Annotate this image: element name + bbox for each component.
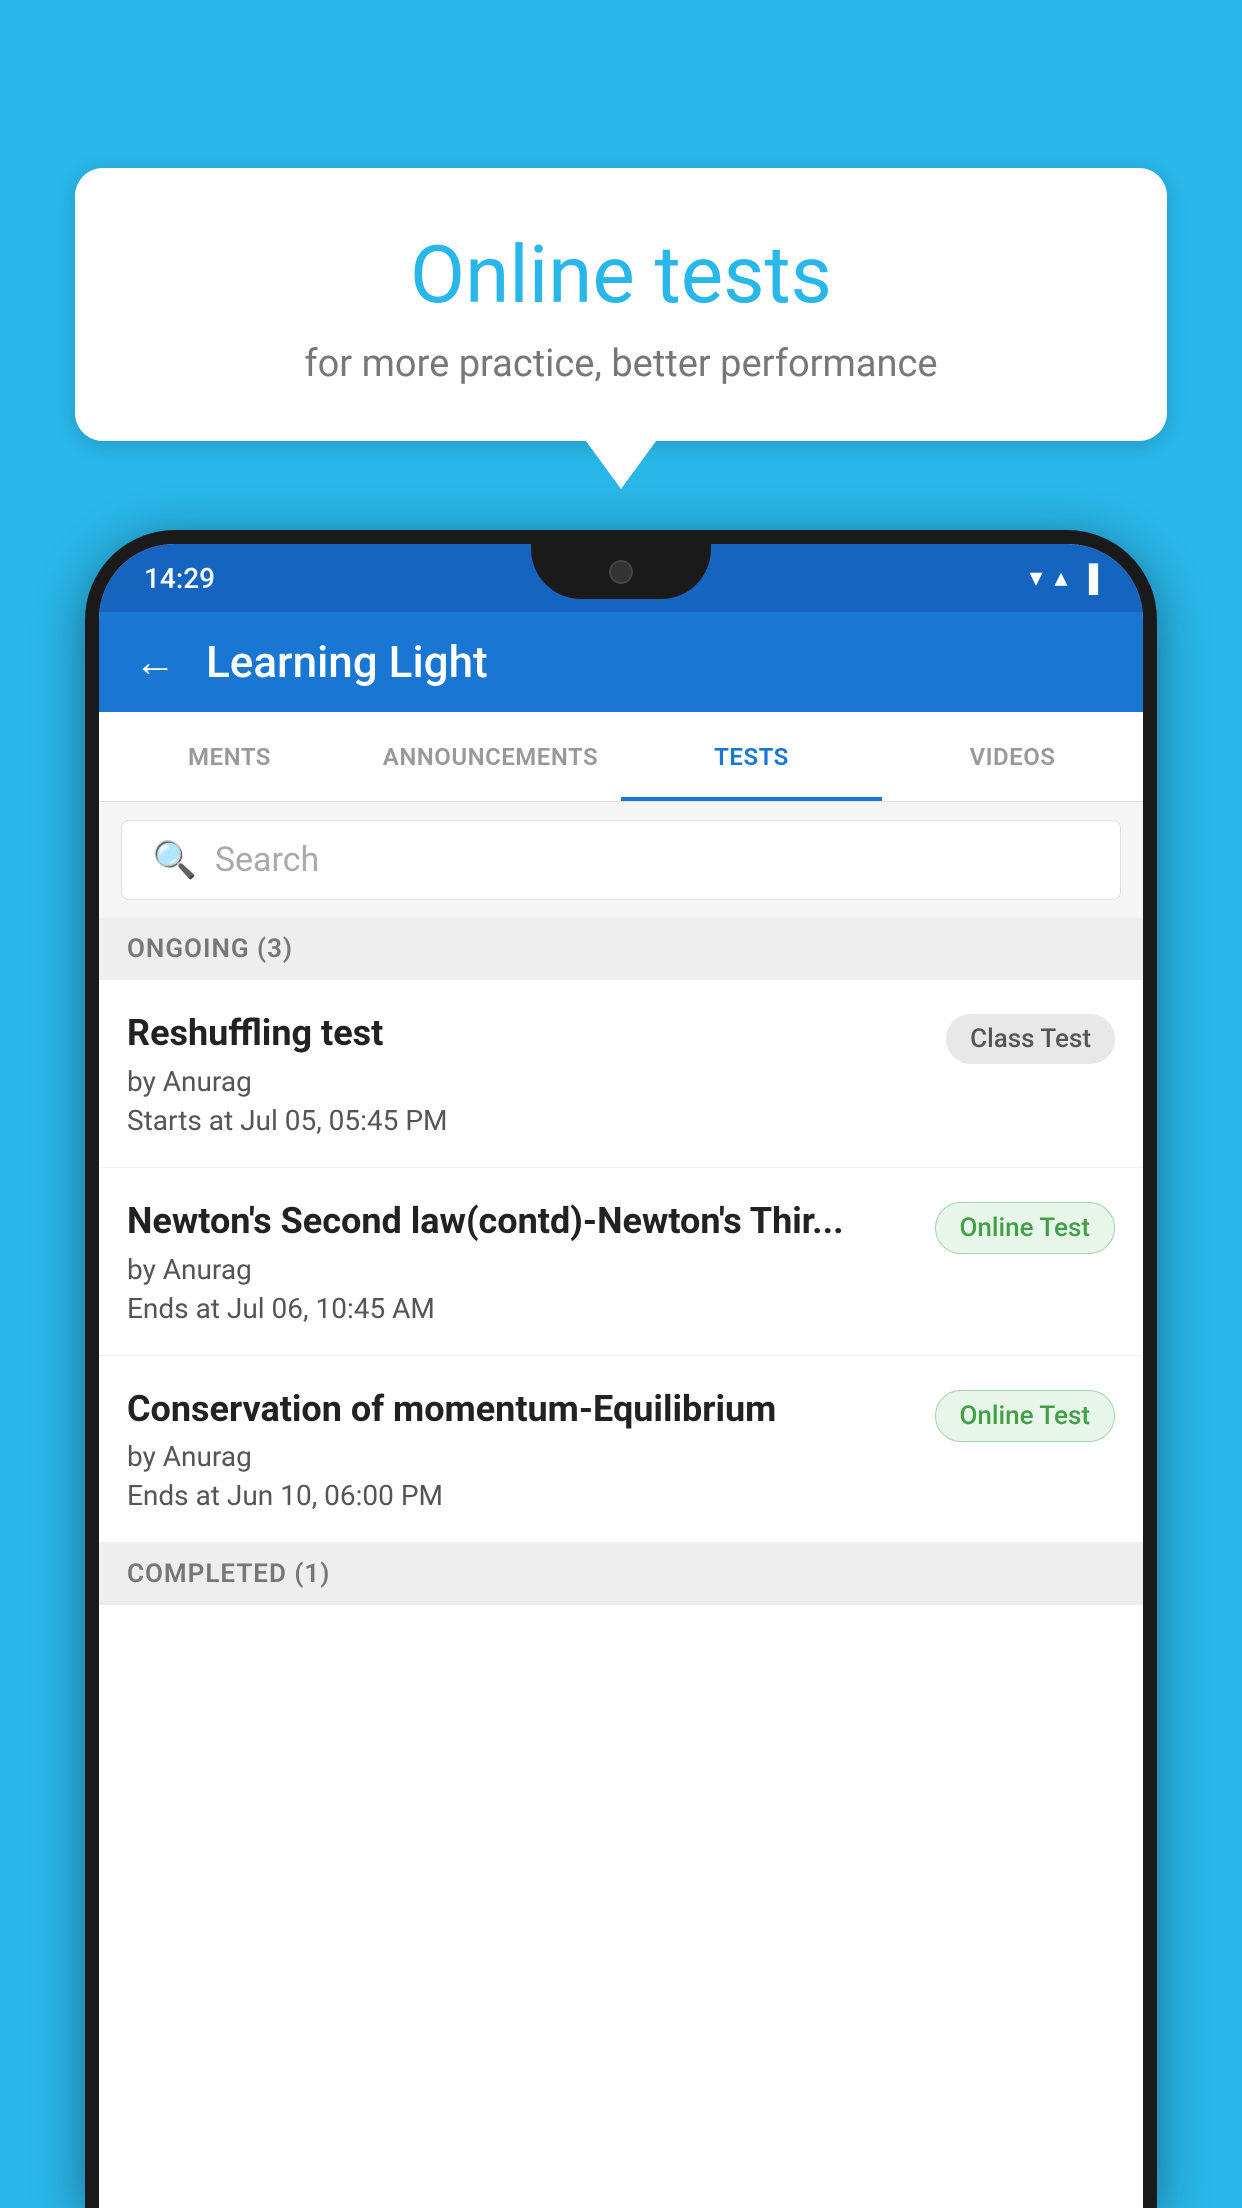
status-time: 14:29 — [144, 562, 215, 595]
wifi-icon: ▾ — [1029, 563, 1042, 593]
bubble-subtitle: for more practice, better performance — [125, 342, 1117, 386]
status-bar: 14:29 ▾ ▴ ▐ — [99, 544, 1143, 612]
app-title: Learning Light — [206, 636, 488, 688]
test-time: Ends at Jun 10, 06:00 PM — [127, 1479, 915, 1512]
test-item[interactable]: Conservation of momentum-Equilibrium by … — [99, 1356, 1143, 1544]
screen-content: 14:29 ▾ ▴ ▐ ← Learning Light MENTS ANNOU… — [99, 544, 1143, 2208]
badge-online-test: Online Test — [935, 1390, 1116, 1442]
search-container: 🔍 Search — [99, 802, 1143, 918]
battery-icon: ▐ — [1080, 563, 1098, 594]
badge-class-test: Class Test — [946, 1014, 1115, 1064]
ongoing-section-header: ONGOING (3) — [99, 918, 1143, 980]
notch — [531, 544, 711, 599]
test-info: Conservation of momentum-Equilibrium by … — [127, 1386, 915, 1513]
signal-icon: ▴ — [1055, 563, 1068, 593]
search-placeholder: Search — [215, 840, 319, 880]
test-info: Reshuffling test by Anurag Starts at Jul… — [127, 1010, 926, 1137]
back-button[interactable]: ← — [134, 638, 176, 687]
test-name: Conservation of momentum-Equilibrium — [127, 1386, 915, 1433]
phone-screen: 14:29 ▾ ▴ ▐ ← Learning Light MENTS ANNOU… — [99, 544, 1143, 2208]
camera-icon — [609, 560, 633, 584]
completed-section-header: COMPLETED (1) — [99, 1543, 1143, 1605]
search-bar[interactable]: 🔍 Search — [121, 820, 1121, 900]
test-item[interactable]: Reshuffling test by Anurag Starts at Jul… — [99, 980, 1143, 1168]
test-name: Reshuffling test — [127, 1010, 926, 1057]
badge-online-test: Online Test — [935, 1202, 1116, 1254]
speech-bubble: Online tests for more practice, better p… — [75, 168, 1167, 441]
status-icons: ▾ ▴ ▐ — [1029, 563, 1098, 594]
test-info: Newton's Second law(contd)-Newton's Thir… — [127, 1198, 915, 1325]
tab-tests[interactable]: TESTS — [621, 712, 882, 801]
test-item[interactable]: Newton's Second law(contd)-Newton's Thir… — [99, 1168, 1143, 1356]
test-name: Newton's Second law(contd)-Newton's Thir… — [127, 1198, 915, 1245]
app-bar: ← Learning Light — [99, 612, 1143, 712]
tab-announcements[interactable]: ANNOUNCEMENTS — [360, 712, 621, 801]
tab-ments[interactable]: MENTS — [99, 712, 360, 801]
test-time: Ends at Jul 06, 10:45 AM — [127, 1292, 915, 1325]
test-author: by Anurag — [127, 1440, 915, 1473]
tab-videos[interactable]: VIDEOS — [882, 712, 1143, 801]
tabs-container: MENTS ANNOUNCEMENTS TESTS VIDEOS — [99, 712, 1143, 802]
test-time: Starts at Jul 05, 05:45 PM — [127, 1104, 926, 1137]
test-author: by Anurag — [127, 1065, 926, 1098]
test-author: by Anurag — [127, 1253, 915, 1286]
tests-list: Reshuffling test by Anurag Starts at Jul… — [99, 980, 1143, 1543]
search-icon: 🔍 — [152, 839, 197, 881]
phone-frame: 14:29 ▾ ▴ ▐ ← Learning Light MENTS ANNOU… — [85, 530, 1157, 2208]
bubble-title: Online tests — [125, 228, 1117, 322]
